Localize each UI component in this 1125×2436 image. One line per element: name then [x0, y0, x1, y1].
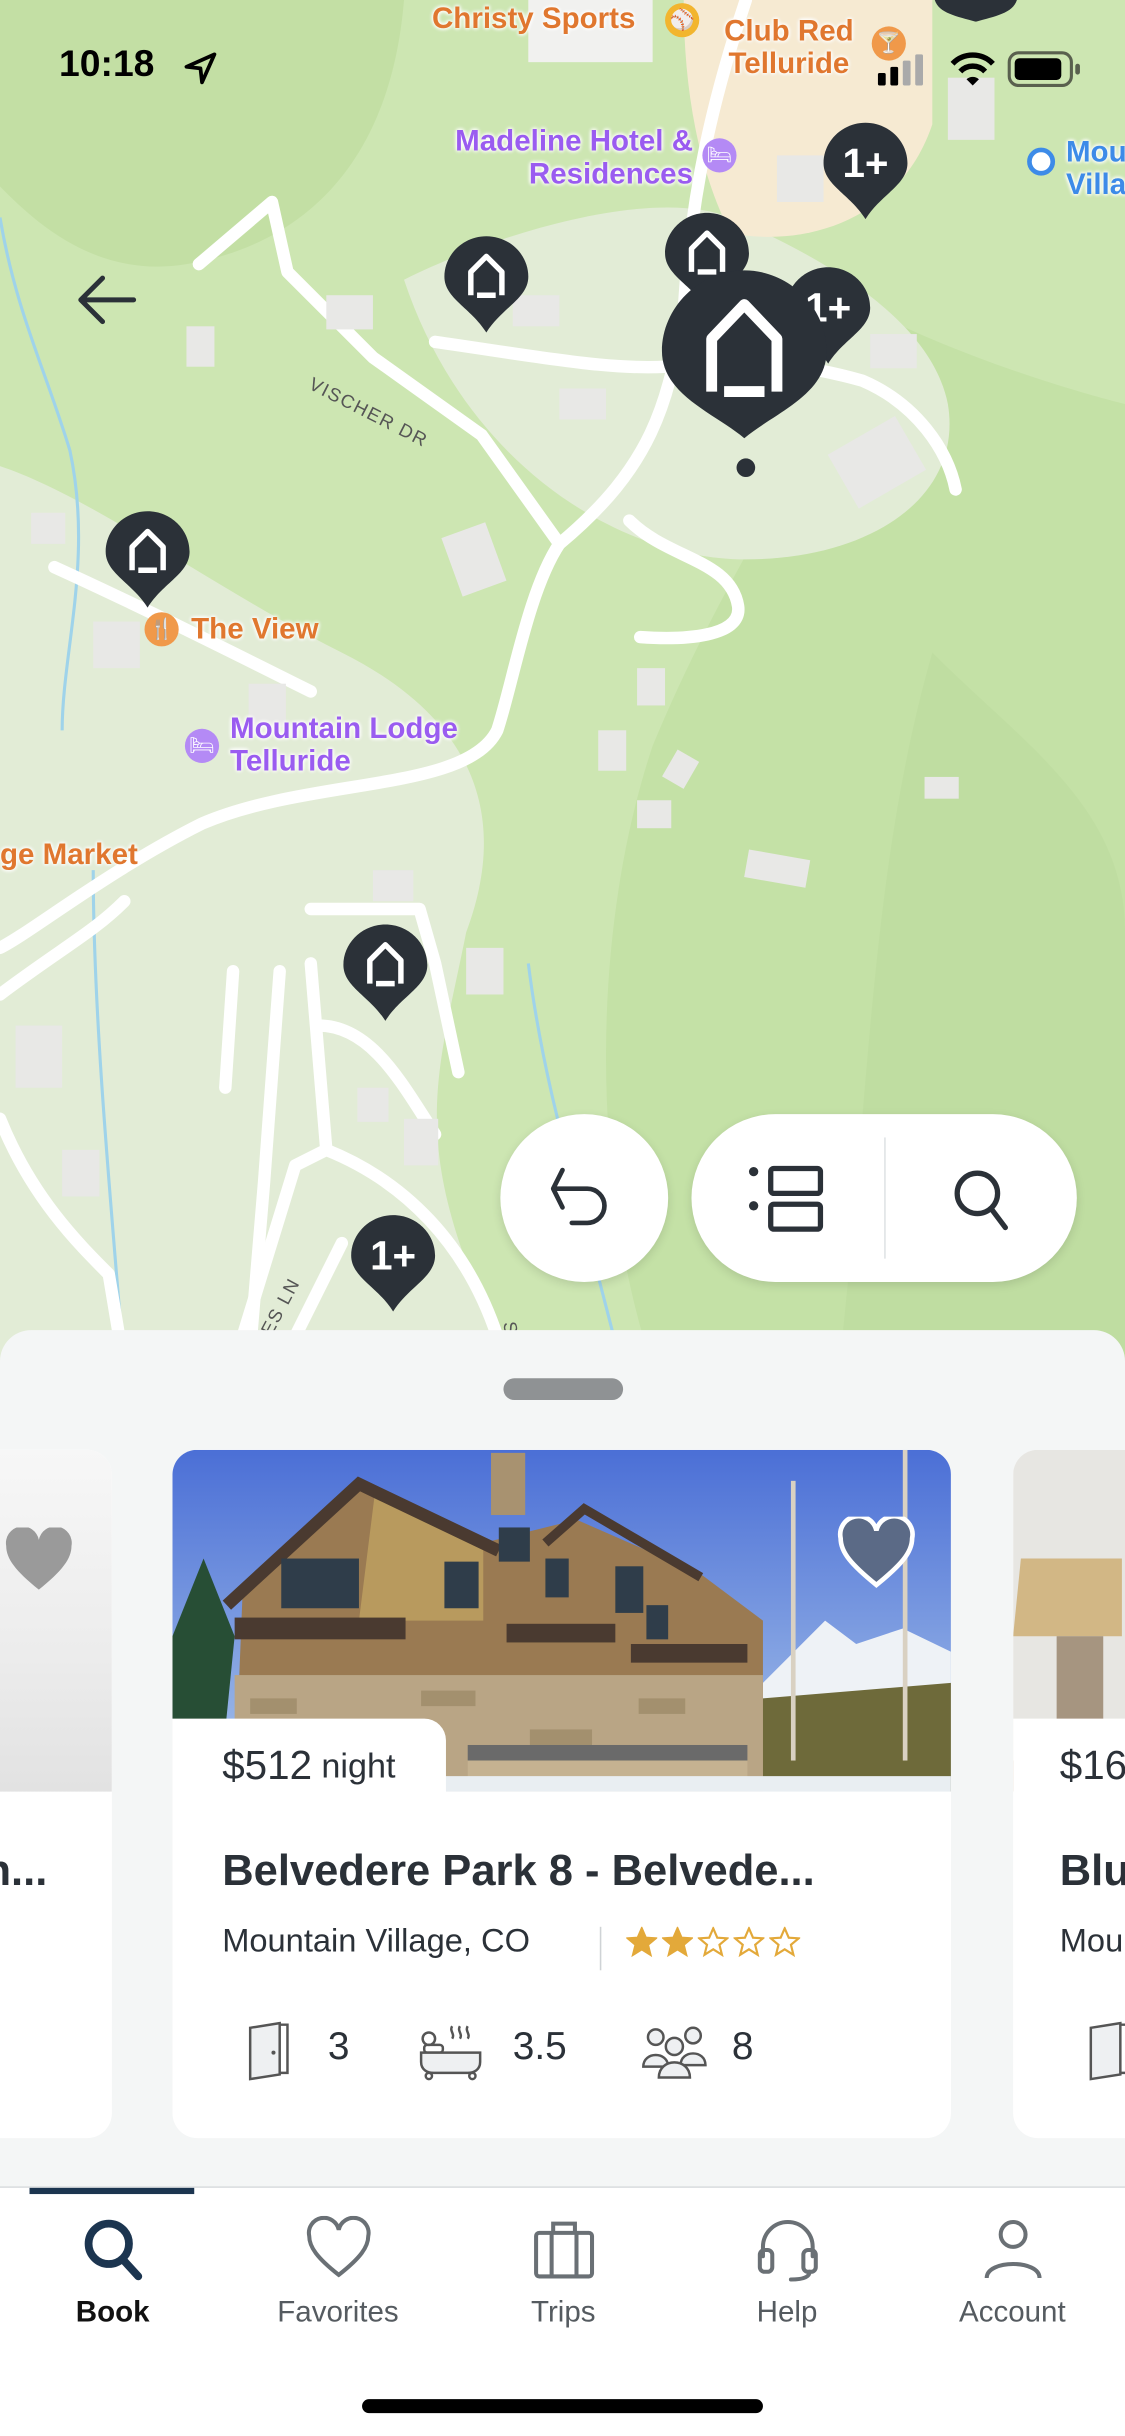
tab-help[interactable]: Help — [674, 2188, 899, 2359]
map-label-the-view[interactable]: The View — [191, 614, 318, 647]
star-filled-icon — [661, 1926, 694, 1958]
label-line: Club Red — [724, 15, 854, 49]
tab-favorites[interactable]: Favorites — [225, 2188, 450, 2359]
map-cluster-pin[interactable]: 1+ — [350, 1212, 437, 1315]
listing-card[interactable]: n... — [0, 1449, 112, 2139]
undo-button[interactable] — [500, 1114, 669, 1282]
location-poi-icon[interactable] — [1027, 147, 1056, 176]
undo-icon — [550, 1167, 607, 1226]
map-label-christy-sports[interactable]: Christy Sports — [432, 3, 635, 36]
listing-title[interactable]: Blu — [1060, 1846, 1125, 1896]
map-pin[interactable] — [932, 0, 1019, 22]
map-property-pin[interactable] — [104, 508, 191, 611]
label-line: Mountain Lodge — [229, 713, 458, 746]
bedroom-door-icon — [248, 2021, 289, 2081]
arrow-left-icon[interactable] — [75, 273, 140, 326]
bedrooms-count: 3 — [327, 2024, 350, 2069]
divider — [599, 1926, 602, 1971]
suitcase-icon — [533, 2221, 594, 2279]
label-line: Telluride — [229, 745, 351, 779]
restaurant-poi-icon[interactable]: 🍴 — [144, 612, 179, 647]
person-icon — [983, 2220, 1041, 2279]
selected-property-pin[interactable] — [659, 267, 830, 485]
sheet-drag-handle[interactable] — [503, 1378, 624, 1401]
tab-label: Account — [959, 2296, 1066, 2330]
home-indicator[interactable] — [362, 2399, 763, 2414]
listings-sheet[interactable]: n... — [0, 1330, 1125, 2201]
search-button[interactable] — [886, 1114, 1077, 1282]
bathtub-icon — [419, 2025, 482, 2081]
map-label-madeline-hotel[interactable]: Madeline Hotel & Residences — [420, 126, 693, 191]
battery-icon — [1007, 51, 1080, 88]
price-tag: $512 night — [172, 1718, 446, 1814]
price-value: $16 — [1059, 1741, 1125, 1789]
tab-label: Favorites — [277, 2296, 399, 2330]
bathrooms-count: 3.5 — [512, 2024, 567, 2069]
map-label-mountain-village[interactable]: Mou Villa — [1066, 137, 1125, 202]
price-unit: night — [321, 1745, 396, 1785]
tab-account[interactable]: Account — [900, 2188, 1125, 2359]
price-tag: $16 — [1013, 1718, 1125, 1814]
map-property-pin[interactable] — [342, 921, 429, 1024]
label-line: Telluride — [728, 48, 850, 81]
list-view-button[interactable] — [691, 1114, 884, 1282]
location-arrow-icon — [184, 52, 217, 85]
label-line: Madeline Hotel & — [455, 125, 694, 159]
listing-title[interactable]: Belvedere Park 8 - Belvede... — [222, 1846, 815, 1896]
cluster-count: 1+ — [842, 139, 889, 187]
tab-bar: Book Favorites Trips Help Account — [0, 2186, 1125, 2436]
sports-poi-icon[interactable]: ⚾ — [665, 3, 700, 38]
signal-icon — [877, 54, 923, 86]
listing-card[interactable]: $512 night Belvedere Park 8 - Belvede...… — [172, 1449, 951, 2139]
map-actions-group — [691, 1114, 1077, 1282]
tab-label: Trips — [531, 2296, 596, 2330]
star-empty-icon — [769, 1926, 801, 1958]
star-filled-icon — [626, 1926, 658, 1958]
status-time: 10:18 — [59, 43, 155, 86]
heart-icon[interactable] — [3, 1527, 74, 1592]
wifi-icon — [950, 52, 995, 86]
map-label-mountain-lodge[interactable]: Mountain Lodge Telluride — [230, 713, 458, 778]
bedroom-door-icon — [1089, 2021, 1125, 2081]
favorite-heart-icon[interactable] — [836, 1516, 917, 1592]
star-rating — [626, 1926, 801, 1958]
listing-title[interactable]: n... — [0, 1846, 47, 1896]
hotel-poi-icon[interactable]: 🛏 — [702, 138, 737, 173]
star-empty-icon — [733, 1926, 765, 1958]
tab-trips[interactable]: Trips — [451, 2188, 676, 2359]
listing-card[interactable]: $16 Blu Mou — [1013, 1449, 1125, 2139]
headset-icon — [757, 2220, 818, 2282]
map-label-club-red[interactable]: Club Red Telluride — [724, 16, 854, 81]
hotel-poi-icon[interactable]: 🛏 — [184, 728, 220, 763]
tab-label: Help — [756, 2296, 818, 2330]
label-line: Residences — [528, 158, 694, 192]
cluster-count: 1+ — [370, 1232, 417, 1279]
guests-count: 8 — [731, 2024, 754, 2069]
label-line: Villa — [1065, 169, 1125, 203]
search-icon — [953, 1170, 1008, 1231]
map-cluster-pin[interactable]: 1+ — [822, 120, 909, 223]
listing-photo[interactable] — [0, 1449, 112, 1792]
map-property-pin[interactable] — [443, 233, 530, 336]
tab-book[interactable]: Book — [0, 2188, 225, 2359]
guests-icon — [642, 2026, 707, 2079]
listing-location: Mountain Village, CO — [222, 1923, 530, 1960]
price-value: $512 — [222, 1741, 313, 1789]
label-line: Mou — [1065, 136, 1125, 170]
search-icon — [83, 2219, 142, 2281]
listing-location: Mou — [1059, 1923, 1124, 1960]
list-view-icon — [748, 1165, 824, 1232]
tab-label: Book — [75, 2296, 150, 2330]
heart-icon — [306, 2215, 370, 2278]
map-label-market[interactable]: ge Market — [0, 839, 138, 872]
star-empty-icon — [697, 1926, 729, 1958]
